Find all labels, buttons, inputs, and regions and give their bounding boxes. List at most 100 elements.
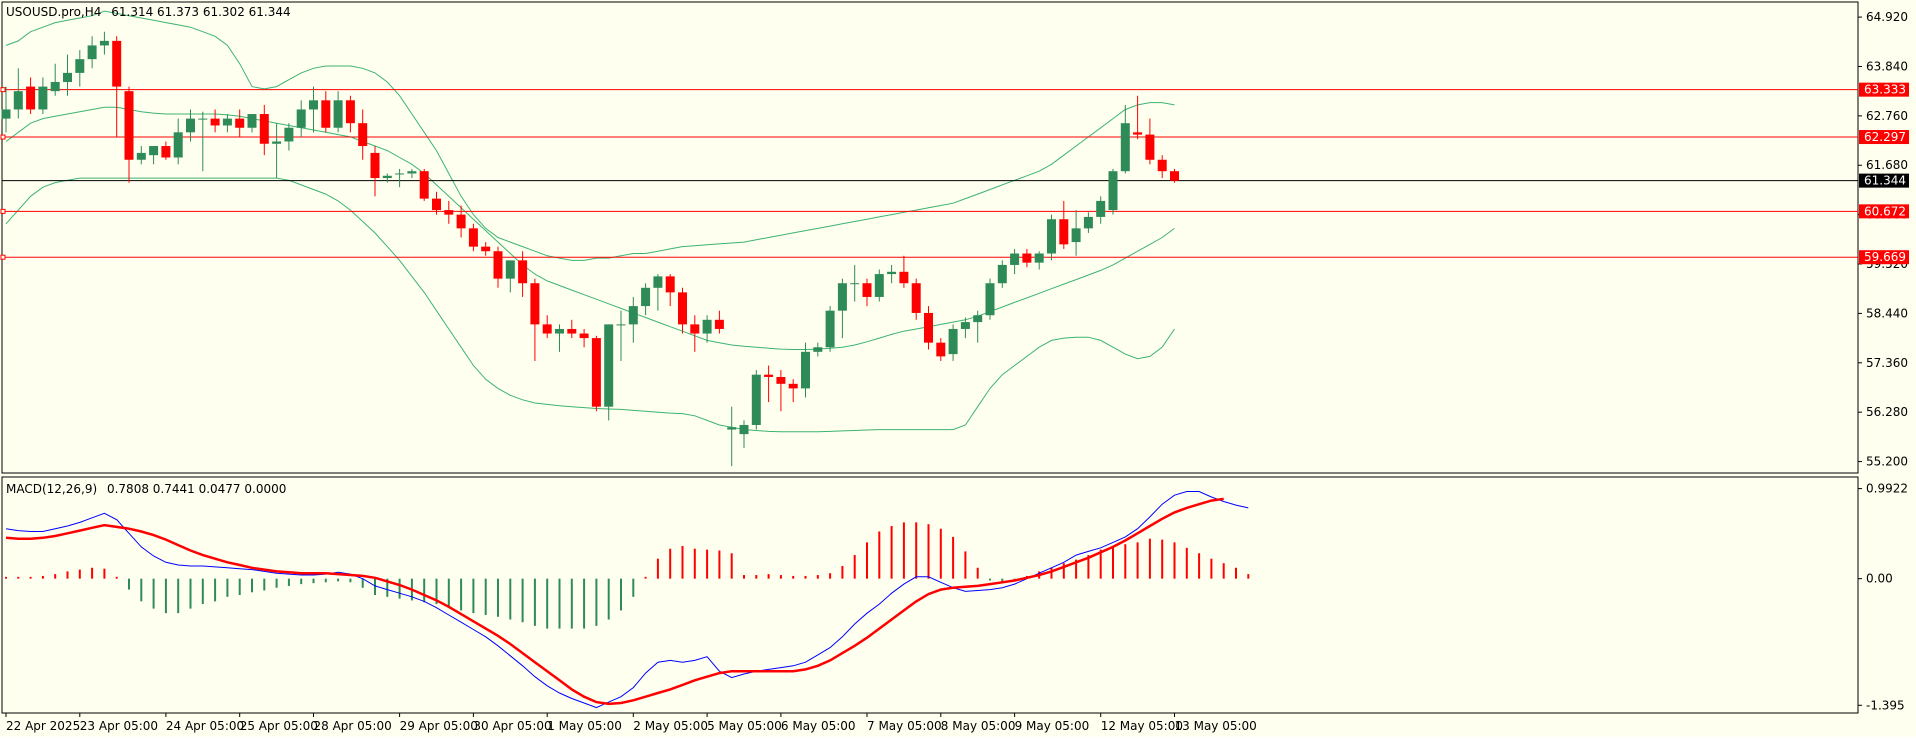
candle-body: [75, 59, 85, 73]
candle-body: [714, 319, 724, 329]
candle-body: [887, 271, 897, 275]
candle-body: [911, 283, 921, 313]
candle-body: [530, 283, 540, 325]
candle-body: [1133, 132, 1143, 135]
candle-body: [124, 91, 134, 160]
candle-body: [395, 173, 405, 175]
candle-body: [1022, 253, 1032, 263]
candle-body: [591, 338, 601, 407]
candle-body: [1047, 219, 1056, 254]
candle-body: [936, 342, 946, 357]
level-price-tag-label: 62.297: [1864, 130, 1906, 144]
candle: [419, 168, 429, 201]
candle-body: [813, 347, 823, 352]
candle-body: [776, 376, 786, 384]
candle-body: [481, 246, 491, 252]
candle-body: [149, 146, 159, 156]
candle: [1108, 168, 1118, 215]
symbol-title: USOUSD.pro,H4 61.314 61.373 61.302 61.34…: [6, 5, 291, 19]
time-tick-label: 24 Apr 05:00: [166, 719, 244, 733]
time-tick-label: 8 May 05:00: [941, 719, 1016, 733]
level-price-tag-label: 59.669: [1864, 250, 1906, 264]
candle: [751, 370, 761, 430]
candle-body: [456, 214, 466, 229]
candle-body: [136, 152, 146, 160]
candle-body: [690, 324, 700, 334]
candle-body: [739, 424, 749, 435]
time-tick-label: 28 Apr 05:00: [314, 719, 392, 733]
time-tick-label: 12 May 05:00: [1101, 719, 1183, 733]
candle-body: [837, 283, 847, 311]
price-level-handle[interactable]: [0, 208, 6, 214]
candle-body: [63, 72, 72, 83]
candle-body: [801, 351, 810, 389]
symbol-label: USOUSD.pro,H4: [6, 5, 101, 19]
candle-body: [309, 100, 318, 110]
candle-body: [333, 100, 343, 128]
level-price-tag-label: 63.333: [1864, 83, 1906, 97]
candle-body: [579, 333, 589, 339]
candle-body: [665, 276, 675, 293]
candle-body: [678, 292, 687, 325]
candle-body: [161, 146, 171, 158]
price-tick-label: 62.760: [1866, 109, 1908, 123]
candle-body: [370, 152, 380, 179]
candle-body: [38, 86, 48, 110]
candle-body: [899, 271, 909, 284]
candle-body: [542, 324, 552, 334]
candle-body: [874, 274, 884, 297]
candle-body: [1120, 123, 1130, 172]
time-tick-label: 9 May 05:00: [1015, 719, 1090, 733]
candle: [825, 306, 835, 352]
candle-body: [948, 328, 958, 355]
time-tick-label: 30 Apr 05:00: [473, 719, 551, 733]
candle-body: [1145, 134, 1155, 160]
price-tick-label: 64.920: [1866, 10, 1908, 24]
time-tick-label: 7 May 05:00: [867, 719, 942, 733]
candle-body: [973, 315, 983, 323]
candle-body: [112, 40, 122, 87]
candle-body: [493, 251, 503, 279]
candle-body: [186, 118, 195, 133]
candle-body: [173, 132, 183, 158]
candle-body: [604, 324, 614, 407]
macd-values: 0.7808 0.7441 0.0477 0.0000: [107, 482, 286, 496]
candle-body: [235, 118, 245, 128]
candle-body: [198, 118, 208, 120]
price-tick-label: 61.680: [1866, 158, 1908, 172]
candle-body: [616, 324, 626, 326]
chart-background: [0, 0, 1916, 737]
price-tick-label: 56.280: [1866, 405, 1908, 419]
macd-label: MACD(12,26,9): [6, 482, 97, 496]
time-tick-label: 6 May 05:00: [781, 719, 856, 733]
price-tick-label: 55.200: [1866, 455, 1908, 469]
candle-body: [702, 319, 712, 334]
price-level-handle[interactable]: [0, 254, 6, 260]
candle-body: [407, 171, 417, 174]
price-level-handle[interactable]: [0, 87, 6, 93]
candle-body: [751, 374, 761, 425]
candle-body: [567, 328, 577, 334]
candle-body: [764, 374, 774, 377]
candle-body: [1108, 171, 1118, 211]
candle-body: [382, 175, 392, 179]
chart-window[interactable]: 64.92063.84062.76061.68060.60059.52058.4…: [0, 0, 1916, 737]
time-tick-label: 1 May 05:00: [547, 719, 622, 733]
price-tick-label: 57.360: [1866, 356, 1908, 370]
price-tick-label: 63.840: [1866, 59, 1908, 73]
candle-body: [444, 210, 454, 215]
level-price-tag-label: 60.672: [1864, 204, 1906, 218]
chart-canvas[interactable]: 64.92063.84062.76061.68060.60059.52058.4…: [0, 0, 1916, 737]
candle-body: [997, 264, 1007, 284]
candle-body: [419, 171, 429, 199]
time-tick-label: 22 Apr 2025: [6, 719, 80, 733]
price-level-handle[interactable]: [0, 134, 6, 140]
candle-body: [788, 383, 798, 389]
candle: [604, 324, 614, 421]
candle-body: [259, 114, 269, 144]
ohlc-values: 61.314 61.373 61.302 61.344: [111, 5, 290, 19]
time-tick-label: 29 Apr 05:00: [400, 719, 478, 733]
candle-body: [641, 287, 651, 307]
time-tick-label: 23 Apr 05:00: [80, 719, 158, 733]
macd-tick-label: -1.395: [1866, 698, 1905, 712]
